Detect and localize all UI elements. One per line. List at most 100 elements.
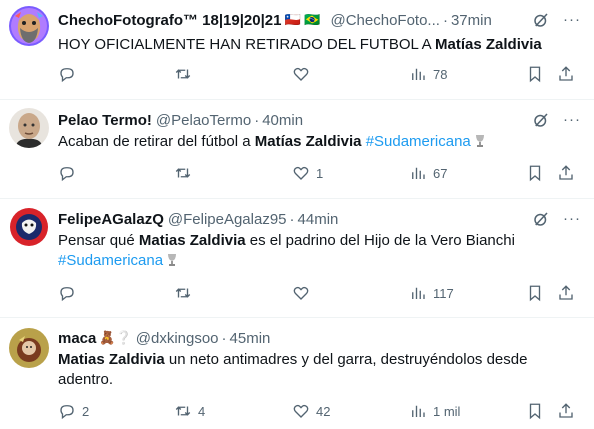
reply-icon <box>60 68 74 83</box>
heart-icon <box>293 67 309 81</box>
heart-icon <box>293 404 309 418</box>
user-handle[interactable]: @PelaoTermo <box>156 112 251 129</box>
grok-icon[interactable] <box>532 210 550 228</box>
tweet[interactable]: FelipeAGalazQ @FelipeAgalaz95 · 44min ··… <box>0 199 594 318</box>
retweet-button[interactable] <box>174 163 192 183</box>
hashtag-link[interactable]: #Sudamericana <box>58 252 163 269</box>
likes-count: 42 <box>316 403 331 419</box>
user-handle[interactable]: @ChechoFoto... <box>330 12 439 29</box>
views-icon <box>412 68 425 80</box>
tweet-header: FelipeAGalazQ @FelipeAgalaz95 · 44min <box>58 209 518 229</box>
user-handle[interactable]: @FelipeAgalaz95 <box>168 211 287 228</box>
hashtag-link[interactable]: #Sudamericana <box>366 133 471 150</box>
timeline-feed: ChechoFotografo™ 18|19|20|21 🇨🇱 🇧🇷 @Chec… <box>0 0 594 429</box>
trophy-icon <box>168 254 177 266</box>
bookmark-icon <box>529 285 541 302</box>
mention-bold: Matías Zaldivia <box>254 133 362 150</box>
views-count: 117 <box>433 285 454 301</box>
likes-count: 1 <box>316 165 324 181</box>
bookmark-icon <box>529 165 541 182</box>
retweets-count: 4 <box>198 403 206 419</box>
name-emoji: 🧸❔ <box>99 330 132 345</box>
mention-bold: Matias Zaldivia <box>138 232 246 249</box>
timestamp[interactable]: 40min <box>262 112 303 129</box>
user-handle[interactable]: @dxkingsoo <box>136 330 219 347</box>
bookmark-button[interactable] <box>526 163 544 183</box>
trophy-icon <box>475 135 484 147</box>
grok-icon[interactable] <box>532 11 550 29</box>
tweet-text-part: es el padrino del Hijo de la Vero Bianch… <box>245 232 515 249</box>
display-name[interactable]: maca <box>58 330 96 347</box>
avatar[interactable] <box>9 328 49 368</box>
tweet-actions: 78 <box>0 64 594 84</box>
share-button[interactable] <box>557 283 575 303</box>
views-icon <box>412 405 425 417</box>
name-flags: 🇨🇱 🇧🇷 <box>284 12 321 27</box>
retweet-button[interactable]: 4 <box>174 401 205 421</box>
bookmark-button[interactable] <box>526 64 544 84</box>
tweet-text-part: HOY OFICIALMENTE HAN RETIRADO DEL FUTBOL… <box>58 36 436 53</box>
reply-button[interactable] <box>58 163 76 183</box>
tweet-actions: 117 <box>0 283 594 303</box>
share-icon <box>559 403 573 418</box>
bookmark-button[interactable] <box>526 283 544 303</box>
views-icon <box>412 287 425 299</box>
retweet-icon <box>175 168 191 178</box>
heart-icon <box>293 166 309 180</box>
share-button[interactable] <box>557 401 575 421</box>
mention-bold: Matias Zaldivia <box>58 351 165 368</box>
more-icon[interactable]: ··· <box>560 210 584 228</box>
bookmark-button[interactable] <box>526 401 544 421</box>
views-button[interactable]: 117 <box>409 283 454 303</box>
reply-button[interactable]: 2 <box>58 401 89 421</box>
avatar[interactable] <box>9 6 49 46</box>
more-icon[interactable]: ··· <box>560 11 584 29</box>
tweet-actions: 2 4 42 1 mil <box>0 401 594 421</box>
heart-icon <box>293 286 309 300</box>
display-name[interactable]: FelipeAGalazQ <box>58 211 164 228</box>
tweet[interactable]: ChechoFotografo™ 18|19|20|21 🇨🇱 🇧🇷 @Chec… <box>0 0 594 100</box>
like-button[interactable]: 1 <box>292 163 323 183</box>
share-button[interactable] <box>557 64 575 84</box>
views-button[interactable]: 1 mil <box>409 401 460 421</box>
reply-button[interactable] <box>58 64 76 84</box>
mention-bold: Matías Zaldivia <box>435 36 542 53</box>
timestamp[interactable]: 44min <box>298 211 339 228</box>
display-name[interactable]: Pelao Termo! <box>58 112 152 129</box>
grok-icon[interactable] <box>532 111 550 129</box>
tweet-text: Matias Zaldivia un neto antimadres y del… <box>58 350 574 390</box>
timestamp[interactable]: 45min <box>230 330 271 347</box>
share-button[interactable] <box>557 163 575 183</box>
separator-dot: · <box>442 11 448 29</box>
tweet[interactable]: maca 🧸❔ @dxkingsoo · 45min Matias Zaldiv… <box>0 318 594 429</box>
avatar[interactable] <box>9 207 49 247</box>
share-icon <box>559 66 573 81</box>
separator-dot: · <box>254 111 260 129</box>
tweet-actions: 1 67 <box>0 163 594 183</box>
retweet-button[interactable] <box>174 64 192 84</box>
views-count: 67 <box>433 165 448 181</box>
tweet[interactable]: Pelao Termo! @PelaoTermo · 40min ··· Aca… <box>0 100 594 199</box>
reply-button[interactable] <box>58 283 76 303</box>
views-button[interactable]: 78 <box>409 64 447 84</box>
replies-count: 2 <box>82 403 90 419</box>
tweet-text-part: Pensar qué <box>58 232 139 249</box>
like-button[interactable]: 42 <box>292 401 330 421</box>
more-icon[interactable]: ··· <box>560 111 584 129</box>
views-icon <box>412 167 425 179</box>
display-name[interactable]: ChechoFotografo™ 18|19|20|21 <box>58 12 281 29</box>
timestamp[interactable]: 37min <box>451 12 492 29</box>
like-button[interactable] <box>292 283 310 303</box>
tweet-text: Pensar qué Matias Zaldivia es el padrino… <box>58 231 574 271</box>
tweet-text: Acaban de retirar del fútbol a Matías Za… <box>58 132 574 152</box>
tweet-text: HOY OFICIALMENTE HAN RETIRADO DEL FUTBOL… <box>58 35 574 55</box>
retweet-button[interactable] <box>174 283 192 303</box>
views-count: 78 <box>433 66 448 82</box>
views-button[interactable]: 67 <box>409 163 447 183</box>
share-icon <box>559 285 573 300</box>
avatar[interactable] <box>9 108 49 148</box>
tweet-header: Pelao Termo! @PelaoTermo · 40min <box>58 110 518 130</box>
like-button[interactable] <box>292 64 310 84</box>
separator-dot: · <box>289 210 295 228</box>
views-count: 1 mil <box>433 403 461 419</box>
